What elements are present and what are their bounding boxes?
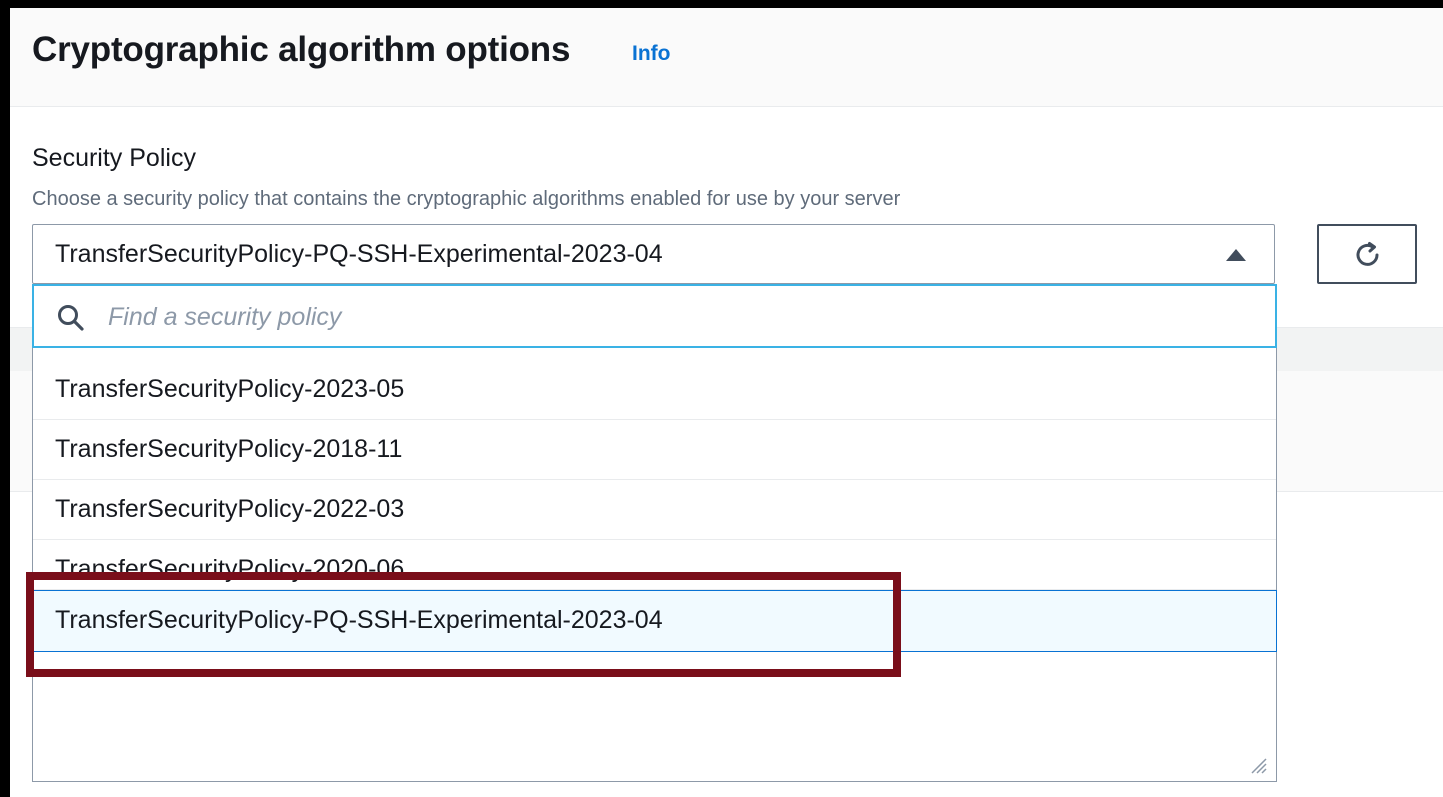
policy-search-input[interactable] bbox=[106, 296, 1210, 338]
policy-option[interactable]: TransferSecurityPolicy-2023-05 bbox=[33, 360, 1276, 420]
selected-policy-value: TransferSecurityPolicy-PQ-SSH-Experiment… bbox=[55, 240, 663, 268]
policy-option-label: TransferSecurityPolicy-2022-03 bbox=[55, 495, 405, 523]
policy-option-label: TransferSecurityPolicy-2018-11 bbox=[55, 435, 403, 463]
search-icon bbox=[58, 305, 84, 331]
policy-search-box[interactable] bbox=[32, 284, 1277, 348]
policy-option[interactable]: TransferSecurityPolicy-2018-11 bbox=[33, 420, 1276, 480]
security-policy-label: Security Policy bbox=[32, 144, 196, 172]
caret-up-icon bbox=[1226, 249, 1246, 261]
page-title: Cryptographic algorithm options bbox=[32, 30, 571, 69]
security-policy-description: Choose a security policy that contains t… bbox=[32, 188, 901, 210]
section-header: Cryptographic algorithm options Info bbox=[10, 8, 1443, 107]
policy-option-label: TransferSecurityPolicy-PQ-SSH-Experiment… bbox=[55, 606, 663, 634]
security-policy-select[interactable]: TransferSecurityPolicy-PQ-SSH-Experiment… bbox=[32, 224, 1275, 284]
refresh-icon bbox=[1356, 242, 1379, 266]
policy-option[interactable]: TransferSecurityPolicy-2022-03 bbox=[33, 480, 1276, 540]
policy-option-label: TransferSecurityPolicy-2023-05 bbox=[55, 375, 405, 403]
resize-handle-icon[interactable] bbox=[1248, 755, 1268, 775]
info-link[interactable]: Info bbox=[632, 42, 670, 66]
policy-option[interactable]: TransferSecurityPolicy-2020-06 bbox=[33, 540, 1276, 590]
policy-option-label: TransferSecurityPolicy-2020-06 bbox=[55, 555, 405, 583]
refresh-button[interactable] bbox=[1317, 224, 1417, 284]
app-window: Cryptographic algorithm options Info Sec… bbox=[10, 8, 1443, 797]
policy-dropdown-menu: TransferSecurityPolicy-2023-05 TransferS… bbox=[32, 284, 1277, 782]
policy-option-highlighted[interactable]: TransferSecurityPolicy-PQ-SSH-Experiment… bbox=[32, 590, 1277, 652]
